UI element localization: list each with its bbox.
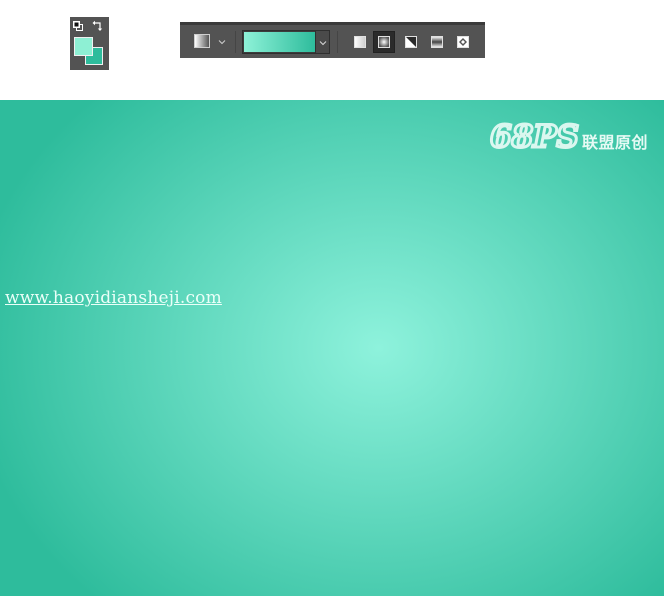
chevron-down-icon: [319, 41, 327, 46]
reflected-gradient-button[interactable]: [426, 31, 448, 53]
site-logo: 68PS 联盟原创: [488, 117, 658, 157]
chevron-down-icon[interactable]: [218, 38, 226, 46]
watermark-url[interactable]: www.haoyidiansheji.com: [5, 288, 222, 308]
radial-gradient-icon: [378, 36, 390, 48]
angle-gradient-button[interactable]: [400, 31, 422, 53]
linear-gradient-button[interactable]: [349, 31, 371, 53]
linear-gradient-icon: [354, 36, 366, 48]
diamond-gradient-button[interactable]: [452, 31, 474, 53]
gradient-preset-icon[interactable]: [194, 34, 210, 48]
gradient-options-bar: [180, 22, 485, 58]
diamond-gradient-icon: [457, 36, 469, 48]
gradient-picker[interactable]: [242, 30, 330, 54]
separator: [337, 31, 338, 53]
canvas[interactable]: 68PS 联盟原创 www.haoyidiansheji.com: [0, 100, 664, 596]
reflected-gradient-icon: [431, 36, 443, 48]
logo-brand-text: 68PS: [490, 119, 579, 155]
gradient-dropdown-button[interactable]: [315, 31, 329, 53]
radial-gradient-button[interactable]: [373, 31, 395, 53]
separator: [235, 31, 236, 53]
logo-68ps-icon: 68PS: [489, 118, 581, 157]
default-colors-icon[interactable]: [73, 21, 83, 31]
color-swatches: [70, 17, 109, 70]
foreground-color-swatch[interactable]: [74, 37, 93, 56]
swap-colors-icon[interactable]: [92, 20, 104, 32]
angle-gradient-icon: [405, 36, 417, 48]
gradient-preview[interactable]: [244, 32, 315, 52]
screenshot: 68PS 联盟原创 www.haoyidiansheji.com: [0, 0, 664, 596]
logo-caption: 联盟原创: [582, 133, 649, 152]
